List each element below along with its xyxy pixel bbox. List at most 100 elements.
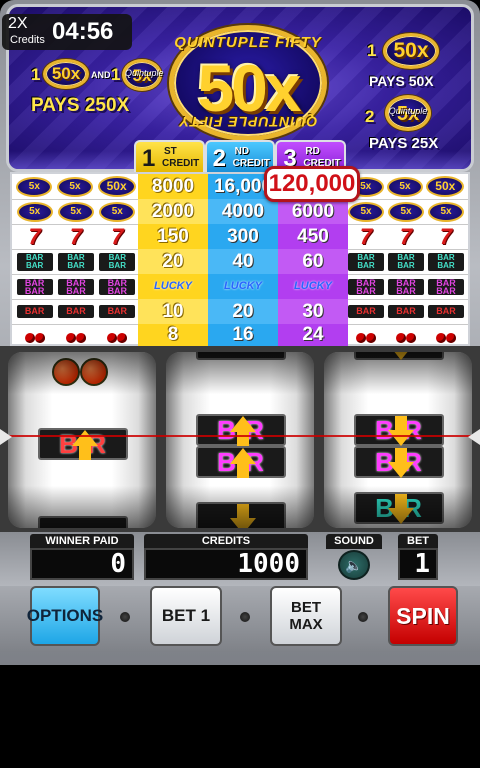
down-arrow-icon <box>388 448 414 480</box>
double-bar-symbol: BAR BAR <box>57 278 94 295</box>
double-bar-symbol: BAR BAR <box>388 278 424 295</box>
seven-symbol: 7 <box>28 223 41 249</box>
payline <box>0 435 480 437</box>
payout-3rd: 6000 <box>278 199 348 224</box>
panel-bolt <box>358 612 368 622</box>
header-2nd-credit: 2 ND CREDIT <box>204 140 276 172</box>
cherry-icon <box>107 327 128 343</box>
bet-one-button[interactable]: BET 1 <box>150 586 222 646</box>
payout-2nd: 300 <box>208 224 278 249</box>
bet-value: 1 <box>398 548 438 580</box>
bar-symbol-partial <box>38 516 128 528</box>
cherry-icon <box>356 327 376 343</box>
5x-symbol: 5x <box>56 176 93 197</box>
button-bar: OPTIONS BET 1 BET MAX SPIN <box>0 586 480 652</box>
left-and-text: AND <box>91 70 111 80</box>
50x-symbol: 50x <box>97 176 136 197</box>
50x-symbol: 50x <box>426 176 465 197</box>
single-bar-symbol: BAR <box>16 305 53 318</box>
credits-label: CREDITS <box>144 534 308 549</box>
payout-3rd: 450 <box>278 224 348 249</box>
5x-symbol: 5x <box>386 176 423 197</box>
quintuple-fifty-logo: QUINTUPLE FIFTY 50x QUINTUPLE FIFTY <box>169 25 327 141</box>
single-bar-symbol: BAR <box>428 305 464 318</box>
spin-button[interactable]: SPIN <box>388 586 458 646</box>
credits-value: 1000 <box>144 548 308 580</box>
row-symbols-right: 5x 5x 50x <box>346 175 466 198</box>
double-bar-symbol-top: B R <box>196 414 286 446</box>
lucky-wheel-1st: LUCKY WHEEL <box>138 274 208 317</box>
payout-1st: 150 <box>138 224 208 249</box>
double-bar-symbol: BAR BAR <box>348 278 384 295</box>
payout-1st: 20 <box>138 249 208 274</box>
seven-symbol: 7 <box>111 223 124 249</box>
display-bar: WINNER PAID 0 CREDITS 1000 SOUND 🔈 BET 1 <box>0 532 480 586</box>
payout-1st: 2000 <box>138 199 208 224</box>
reel-2: B R B R <box>166 352 314 528</box>
down-arrow-icon <box>388 494 414 526</box>
single-bar-symbol: BAR <box>57 305 94 318</box>
down-arrow-icon <box>230 504 256 528</box>
seven-symbol: 7 <box>359 223 373 249</box>
paytable-row-cherry: 8 16 24 <box>12 324 468 346</box>
single-bar-symbol: BAR <box>99 305 136 318</box>
5x-symbol: 5x <box>428 201 464 222</box>
right-prefix-2: 2 <box>365 107 375 126</box>
payout-2nd: 20 <box>208 299 278 324</box>
right-prefix-1: 1 <box>367 41 377 60</box>
header-1st-credit: 1 ST CREDIT <box>134 140 205 172</box>
down-arrow-icon <box>388 416 414 448</box>
left-prefix-2: 1 <box>111 65 121 84</box>
seven-symbol: 7 <box>399 223 413 249</box>
bet-max-button[interactable]: BET MAX <box>270 586 342 646</box>
paytable-row-seven: 7 7 7 150 300 450 7 7 7 <box>12 224 468 249</box>
payout-2nd: 4000 <box>208 199 278 224</box>
triple-bar-symbol: BAR BAR <box>348 252 384 271</box>
cherry-icon <box>396 327 416 343</box>
payout-3rd: 30 <box>278 299 348 324</box>
sound-label: SOUND <box>326 534 382 549</box>
triple-bar-symbol: BAR BAR <box>99 252 136 271</box>
paytable-row-5x: 5x 5x 5x 2000 4000 6000 5x 5x 5x <box>12 199 468 224</box>
single-bar-symbol: BAR <box>388 305 424 318</box>
reel-1: B R <box>8 352 156 528</box>
payout-2nd: 16 <box>208 324 278 346</box>
cherry-icon <box>24 327 45 343</box>
payline-marker-right <box>468 429 480 445</box>
double-bar-symbol-top: B R <box>354 414 444 446</box>
sound-toggle-button[interactable]: 🔈 <box>338 550 370 580</box>
multiplier-text: 2X <box>8 15 28 32</box>
payout-1st: 8 <box>138 324 208 346</box>
5x-symbol: 5x <box>348 201 384 222</box>
double-bar-symbol: BAR BAR <box>428 278 464 295</box>
payout-1st: 10 <box>138 299 208 324</box>
triple-bar-symbol: BAR BAR <box>388 252 424 271</box>
up-arrow-icon <box>230 448 256 480</box>
left-prefix-1: 1 <box>31 65 41 84</box>
single-bar-symbol: B R <box>38 428 128 460</box>
slot-machine: 1 50x AND 1 Quintuple 5x PAYS 250X QUINT… <box>0 0 480 665</box>
cherry-icon <box>436 327 456 343</box>
speaker-icon: 🔈 <box>345 557 363 573</box>
paytable: 5x 5x 50x 8000 16,000 5x 5x 50x 5x 5x 5x… <box>10 172 470 346</box>
options-button[interactable]: OPTIONS <box>27 586 103 646</box>
paytable-row-lucky-wheel: BARBAR BARBAR BARBAR LUCKY WHEEL LUCKY W… <box>12 274 468 317</box>
5x-symbol: 5x <box>99 201 136 222</box>
double-bar-symbol-bottom: B R <box>354 446 444 478</box>
lucky-wheel-3rd: LUCKY WHEEL <box>278 274 348 317</box>
left-pays-text: PAYS 250X <box>31 95 130 116</box>
clock-time: 04:56 <box>52 18 114 45</box>
winner-paid-value: 0 <box>30 548 134 580</box>
bet-label: BET <box>398 534 438 549</box>
paytable-row-triple-bar: BAR BAR BAR BAR BAR BAR 20 40 60 BAR BAR BAR… <box>12 249 468 274</box>
panel-bolt <box>120 612 130 622</box>
bar-symbol-partial <box>354 352 444 360</box>
winner-paid-label: WINNER PAID <box>30 534 134 549</box>
payout-1st: 8000 <box>138 174 208 199</box>
5x-symbol: 5x <box>16 201 53 222</box>
cherry-icon <box>48 352 118 388</box>
triple-bar-symbol: BAR BAR <box>57 252 94 271</box>
payout-3rd: 60 <box>278 249 348 274</box>
left-50x-badge: 50x <box>43 59 89 89</box>
reels-area: B R B R B R B R B R B R <box>0 346 480 532</box>
